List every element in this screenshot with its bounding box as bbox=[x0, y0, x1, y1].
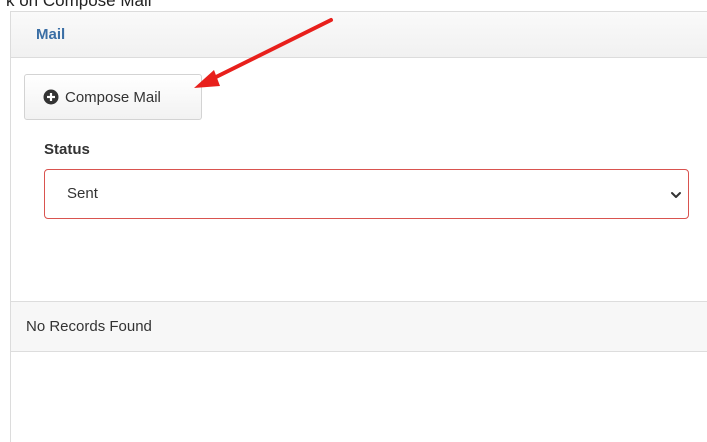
status-selected-value: Sent bbox=[67, 185, 98, 202]
compose-mail-label: Compose Mail bbox=[65, 88, 161, 106]
panel-title: Mail bbox=[36, 26, 66, 43]
plus-circle-icon bbox=[43, 89, 59, 105]
no-records-text: No Records Found bbox=[26, 318, 152, 335]
records-row: No Records Found bbox=[11, 301, 707, 352]
panel-heading: Mail bbox=[11, 12, 707, 58]
page: k on Compose Mail Mail Compose Mail Stat… bbox=[0, 0, 707, 442]
compose-mail-button[interactable]: Compose Mail bbox=[24, 74, 202, 120]
chevron-down-icon bbox=[670, 188, 682, 200]
cropped-instruction-label: k on Compose Mail bbox=[6, 0, 152, 10]
mail-panel: Mail Compose Mail Status Sent No Records… bbox=[10, 11, 707, 442]
cropped-instruction-text: k on Compose Mail bbox=[0, 0, 707, 10]
status-select[interactable]: Sent bbox=[44, 169, 689, 219]
status-label: Status bbox=[44, 141, 90, 158]
